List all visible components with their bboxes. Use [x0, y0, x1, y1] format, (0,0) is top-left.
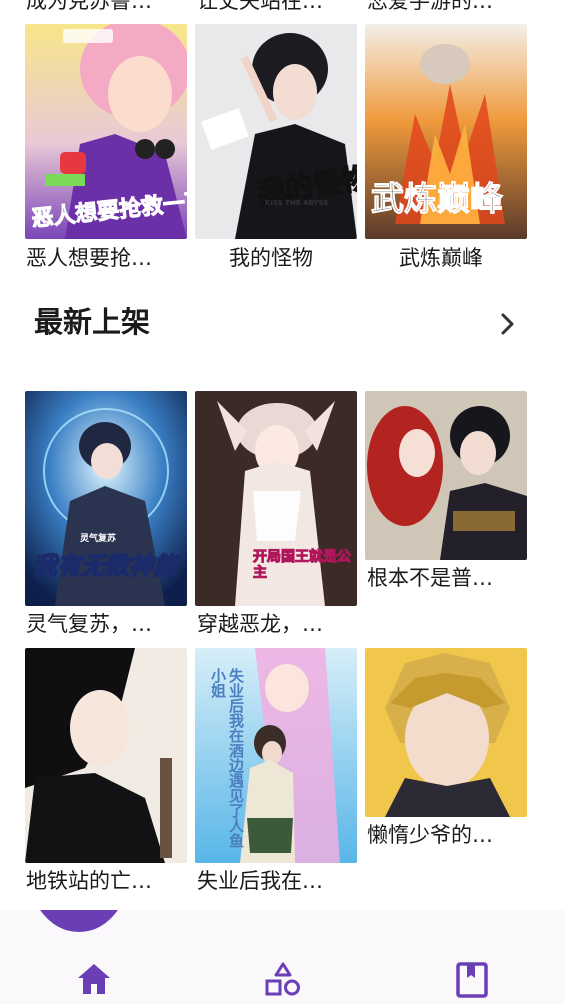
comic-title[interactable]: 穿越恶龙，… — [197, 609, 323, 639]
comic-title[interactable]: 懒惰少爷的… — [367, 820, 493, 850]
manga-cover-wulian[interactable]: 武炼巅峰 — [365, 24, 527, 239]
cover-title-text: 武炼巅峰 — [371, 179, 504, 219]
manga-cover-lazy[interactable] — [365, 648, 527, 817]
chevron-right-icon[interactable] — [494, 310, 522, 338]
home-icon[interactable] — [74, 960, 114, 1000]
manga-cover-evil[interactable]: 恶人想要抢救一下 — [25, 24, 187, 239]
cover-title-text: 开局国王就是公主 — [253, 549, 352, 582]
bottom-navigation-bar — [0, 910, 565, 1004]
cover-title-text: 失业后我在酒边遇见了人鱼小姐 — [209, 668, 245, 848]
comic-title[interactable]: 地铁站的亡… — [26, 866, 152, 896]
active-tab-indicator — [40, 910, 118, 932]
manga-cover-subway[interactable] — [25, 648, 187, 863]
manga-cover-dragon[interactable]: 开局国王就是公主 — [195, 391, 357, 606]
manga-cover-lingqi[interactable]: 灵气复苏 我有无数神能 — [25, 391, 187, 606]
comic-title[interactable]: 我的怪物 — [229, 243, 313, 273]
comic-title[interactable]: 灵气复苏，… — [26, 609, 152, 639]
comic-title[interactable]: 根本不是普… — [367, 563, 493, 593]
partial-title-2[interactable]: 让丈夫站在… — [197, 0, 323, 16]
cover-title-text: 我有无数神能 — [32, 551, 178, 581]
comic-title[interactable]: 失业后我在… — [197, 866, 323, 896]
manga-cover-not-ordinary[interactable] — [365, 391, 527, 560]
cover-subtitle-text: 灵气复苏 — [80, 534, 117, 544]
cover-subtitle-text: KISS THE ABYSS — [265, 199, 329, 207]
manga-cover-monster[interactable]: 我的怪物 KISS THE ABYSS — [195, 24, 357, 239]
section-title: 最新上架 — [34, 305, 151, 339]
category-shapes-icon[interactable] — [263, 960, 303, 1000]
manga-cover-unemployed[interactable]: 失业后我在酒边遇见了人鱼小姐 — [195, 648, 357, 863]
bookmark-book-icon[interactable] — [452, 960, 492, 1000]
comic-title[interactable]: 恶人想要抢… — [26, 243, 152, 273]
partial-title-1[interactable]: 成为克苏鲁… — [26, 0, 152, 16]
comic-title[interactable]: 武炼巅峰 — [399, 243, 483, 273]
partial-title-3[interactable]: 恋爱手游的… — [367, 0, 493, 16]
